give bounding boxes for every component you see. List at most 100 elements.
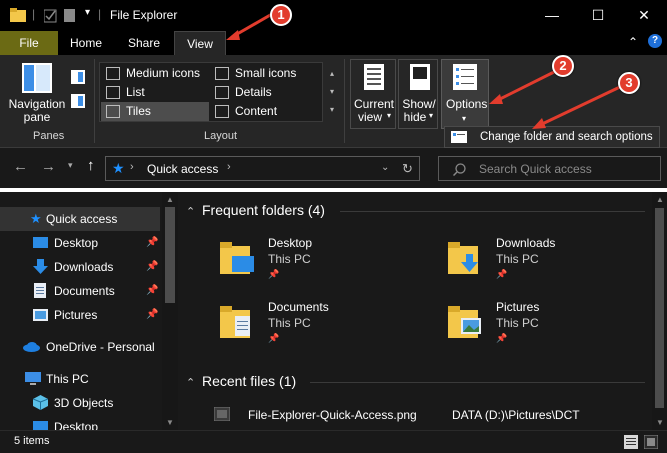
layout-list-label: List: [126, 85, 145, 99]
sidebar-item-onedrive[interactable]: OneDrive - Personal: [0, 335, 162, 359]
breadcrumb-chevron-icon[interactable]: ›: [130, 161, 134, 173]
recent-file-row[interactable]: File-Explorer-Quick-Access.png DATA (D:)…: [210, 404, 640, 426]
address-toolbar: ← → ▾ ↑ ★ › Quick access › ⌄ ↻ Search Qu…: [0, 148, 667, 188]
back-arrow-icon[interactable]: ←: [13, 158, 28, 175]
forward-arrow-icon[interactable]: →: [41, 158, 56, 175]
chevron-down-icon: ▾: [429, 111, 434, 120]
recent-locations-icon[interactable]: ▾: [68, 160, 73, 171]
search-icon: [453, 163, 466, 176]
layout-details[interactable]: Details: [210, 83, 320, 102]
layout-medium-icons[interactable]: Medium icons: [101, 64, 209, 83]
scroll-down-icon[interactable]: ▼: [166, 418, 174, 427]
tab-view[interactable]: View: [174, 31, 226, 55]
section-divider: [310, 382, 645, 383]
pictures-folder-icon: [448, 306, 481, 338]
details-pane-icon[interactable]: [71, 94, 85, 108]
sidebar-item-desktop[interactable]: Desktop 📌: [0, 231, 162, 255]
pin-icon[interactable]: 📌: [146, 285, 158, 296]
breadcrumb-chevron-icon[interactable]: ›: [227, 161, 231, 173]
nav-scrollbar[interactable]: ▲ ▼: [162, 192, 178, 430]
panes-group-label: Panes: [33, 130, 65, 142]
scroll-down-icon[interactable]: ▼: [656, 418, 664, 427]
layout-list[interactable]: List: [101, 83, 209, 102]
frequent-folders-header[interactable]: Frequent folders (4): [202, 202, 325, 218]
layout-small-icons[interactable]: Small icons: [210, 64, 320, 83]
properties-icon[interactable]: [44, 8, 57, 23]
sidebar-item-label: Desktop: [54, 236, 99, 250]
list-icon: [106, 86, 120, 99]
scroll-up-icon[interactable]: ▲: [166, 195, 174, 204]
address-bar[interactable]: ★ › Quick access › ⌄ ↻: [105, 156, 420, 181]
tiles-icon: [106, 105, 120, 118]
pin-icon[interactable]: 📌: [146, 261, 158, 272]
3d-objects-icon: [33, 395, 48, 410]
customize-toolbar-dropdown-icon[interactable]: ▾: [85, 7, 90, 18]
tab-file[interactable]: File: [0, 31, 58, 55]
layout-tiles[interactable]: Tiles: [101, 102, 209, 121]
large-icons-view-icon[interactable]: [644, 435, 658, 449]
quick-access-star-icon: ★: [30, 211, 42, 226]
minimize-button[interactable]: —: [529, 0, 575, 31]
downloads-icon: [33, 259, 48, 274]
section-divider: [340, 211, 645, 212]
pin-icon: 📌: [496, 269, 508, 279]
content-scrollbar[interactable]: ▲ ▼: [652, 192, 667, 430]
close-button[interactable]: ✕: [621, 0, 667, 31]
content-scrollbar-thumb[interactable]: [655, 208, 664, 408]
help-icon[interactable]: ?: [648, 34, 662, 48]
sidebar-item-3d-objects[interactable]: 3D Objects: [0, 391, 162, 415]
navigation-pane: ★ Quick access Desktop 📌 Downloads 📌 Doc…: [0, 192, 178, 430]
maximize-button[interactable]: ☐: [575, 0, 621, 31]
annotation-badge-3: 3: [618, 72, 640, 94]
navigation-pane-button[interactable]: Navigation pane: [6, 61, 68, 129]
show-hide-icon: [410, 64, 430, 90]
layout-content[interactable]: Content: [210, 102, 320, 121]
current-view-button[interactable]: Current view ▾: [350, 59, 396, 129]
folder-app-icon[interactable]: [10, 8, 26, 22]
sidebar-item-quick-access[interactable]: ★ Quick access: [0, 207, 160, 231]
sidebar-item-label: Desktop: [54, 420, 99, 430]
show-hide-button[interactable]: Show/ hide ▾: [398, 59, 438, 129]
content-pane: ⌃ Frequent folders (4) Desktop This PC 📌…: [180, 192, 652, 430]
sidebar-item-documents[interactable]: Documents 📌: [0, 279, 162, 303]
layout-gallery-scroll[interactable]: ▴ ▾ ▾: [326, 65, 338, 121]
collapse-chevron-icon[interactable]: ⌃: [186, 376, 195, 389]
onedrive-cloud-icon: [23, 342, 40, 352]
sidebar-item-downloads[interactable]: Downloads 📌: [0, 255, 162, 279]
pin-icon: 📌: [496, 333, 508, 343]
sidebar-item-this-pc[interactable]: This PC: [0, 367, 162, 391]
new-folder-icon[interactable]: [64, 8, 76, 23]
address-location[interactable]: Quick access: [147, 162, 218, 176]
collapse-chevron-icon[interactable]: ⌃: [186, 205, 195, 218]
tab-home[interactable]: Home: [60, 31, 112, 55]
folder-tile-pictures[interactable]: Pictures This PC 📌: [448, 300, 648, 356]
documents-folder-icon: [220, 306, 250, 338]
navigation-pane-label-2: pane: [23, 110, 51, 124]
change-folder-options-menu-item[interactable]: Change folder and search options: [444, 126, 660, 148]
recent-file-name: File-Explorer-Quick-Access.png: [248, 408, 417, 422]
address-dropdown-icon[interactable]: ⌄: [381, 162, 389, 173]
up-arrow-icon[interactable]: ↑: [87, 157, 95, 174]
folder-tile-documents[interactable]: Documents This PC 📌: [220, 300, 420, 356]
refresh-icon[interactable]: ↻: [402, 161, 413, 177]
nav-scrollbar-thumb[interactable]: [165, 207, 175, 303]
search-input[interactable]: Search Quick access: [438, 156, 661, 181]
options-button[interactable]: Options ▾: [441, 59, 489, 129]
recent-files-header[interactable]: Recent files (1): [202, 373, 296, 389]
details-view-icon[interactable]: [624, 435, 638, 449]
folder-tile-downloads[interactable]: Downloads This PC 📌: [448, 236, 648, 292]
collapse-ribbon-icon[interactable]: ⌃: [628, 35, 638, 49]
sidebar-item-desktop-2[interactable]: Desktop: [0, 415, 162, 430]
pin-icon[interactable]: 📌: [146, 237, 158, 248]
folder-name: Documents: [268, 300, 329, 314]
desktop-folder-icon: [220, 242, 254, 274]
pin-icon[interactable]: 📌: [146, 309, 158, 320]
folder-location: This PC: [496, 252, 539, 266]
folder-location: This PC: [496, 316, 539, 330]
preview-pane-icon[interactable]: [71, 70, 85, 84]
sidebar-item-pictures[interactable]: Pictures 📌: [0, 303, 162, 327]
sidebar-item-label: Quick access: [46, 212, 118, 226]
scroll-up-icon[interactable]: ▲: [656, 195, 664, 204]
tab-share[interactable]: Share: [118, 31, 170, 55]
folder-tile-desktop[interactable]: Desktop This PC 📌: [220, 236, 420, 292]
